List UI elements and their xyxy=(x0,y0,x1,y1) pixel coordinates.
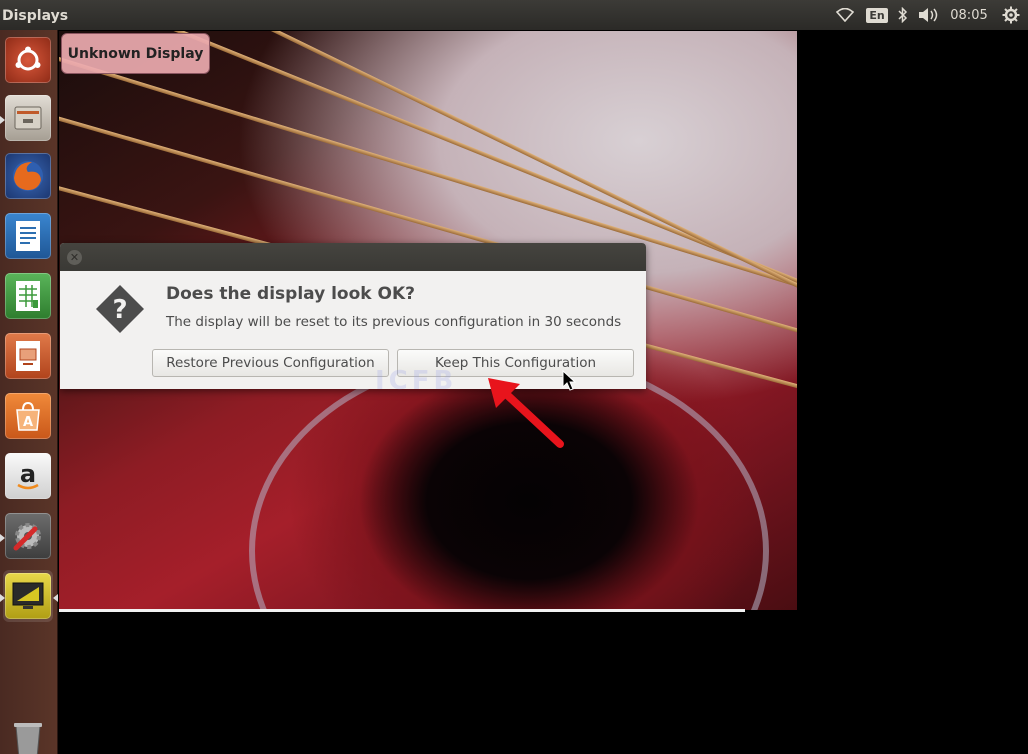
trash-icon[interactable] xyxy=(3,714,53,754)
language-label: En xyxy=(866,7,888,23)
power-gear-icon[interactable] xyxy=(994,0,1028,30)
dialog-message: The display will be reset to its previou… xyxy=(166,314,622,330)
display-edge xyxy=(59,609,745,612)
volume-icon[interactable] xyxy=(914,0,944,30)
question-icon: ? xyxy=(96,285,144,333)
files-icon[interactable] xyxy=(0,92,53,144)
system-settings-icon[interactable] xyxy=(0,510,53,562)
calc-icon[interactable] xyxy=(3,270,53,322)
mouse-cursor-icon xyxy=(562,370,577,391)
close-icon[interactable]: ✕ xyxy=(67,250,82,265)
wifi-icon[interactable] xyxy=(828,0,862,30)
displays-icon[interactable] xyxy=(0,570,58,622)
svg-text:?: ? xyxy=(112,295,127,325)
annotation-arrow-icon xyxy=(488,378,564,448)
svg-text:A: A xyxy=(23,415,33,430)
firefox-icon[interactable] xyxy=(3,150,53,202)
amazon-icon[interactable]: a xyxy=(3,450,53,502)
top-panel: Displays En 08:05 xyxy=(0,0,1028,30)
language-indicator[interactable]: En xyxy=(862,0,892,30)
watermark: ICFB xyxy=(375,366,458,396)
desktop: Unknown Display ✕ ? Does the display loo… xyxy=(0,0,1028,754)
system-tray: En 08:05 xyxy=(828,0,1028,30)
svg-text:a: a xyxy=(20,460,36,488)
bluetooth-icon[interactable] xyxy=(892,0,914,30)
clock[interactable]: 08:05 xyxy=(944,0,994,30)
unknown-display-label[interactable]: Unknown Display xyxy=(61,33,210,74)
impress-icon[interactable] xyxy=(3,330,53,382)
software-center-icon[interactable]: A xyxy=(3,390,53,442)
unity-launcher: A a xyxy=(0,30,58,754)
writer-icon[interactable] xyxy=(3,210,53,262)
restore-previous-configuration-button[interactable]: Restore Previous Configuration xyxy=(152,349,389,377)
ubuntu-dash-icon[interactable] xyxy=(3,34,53,86)
confirm-display-dialog: ✕ ? Does the display look OK? The displa… xyxy=(60,243,646,389)
window-title: Displays xyxy=(2,8,69,24)
dialog-heading: Does the display look OK? xyxy=(166,284,415,304)
dialog-titlebar: ✕ xyxy=(60,243,646,271)
